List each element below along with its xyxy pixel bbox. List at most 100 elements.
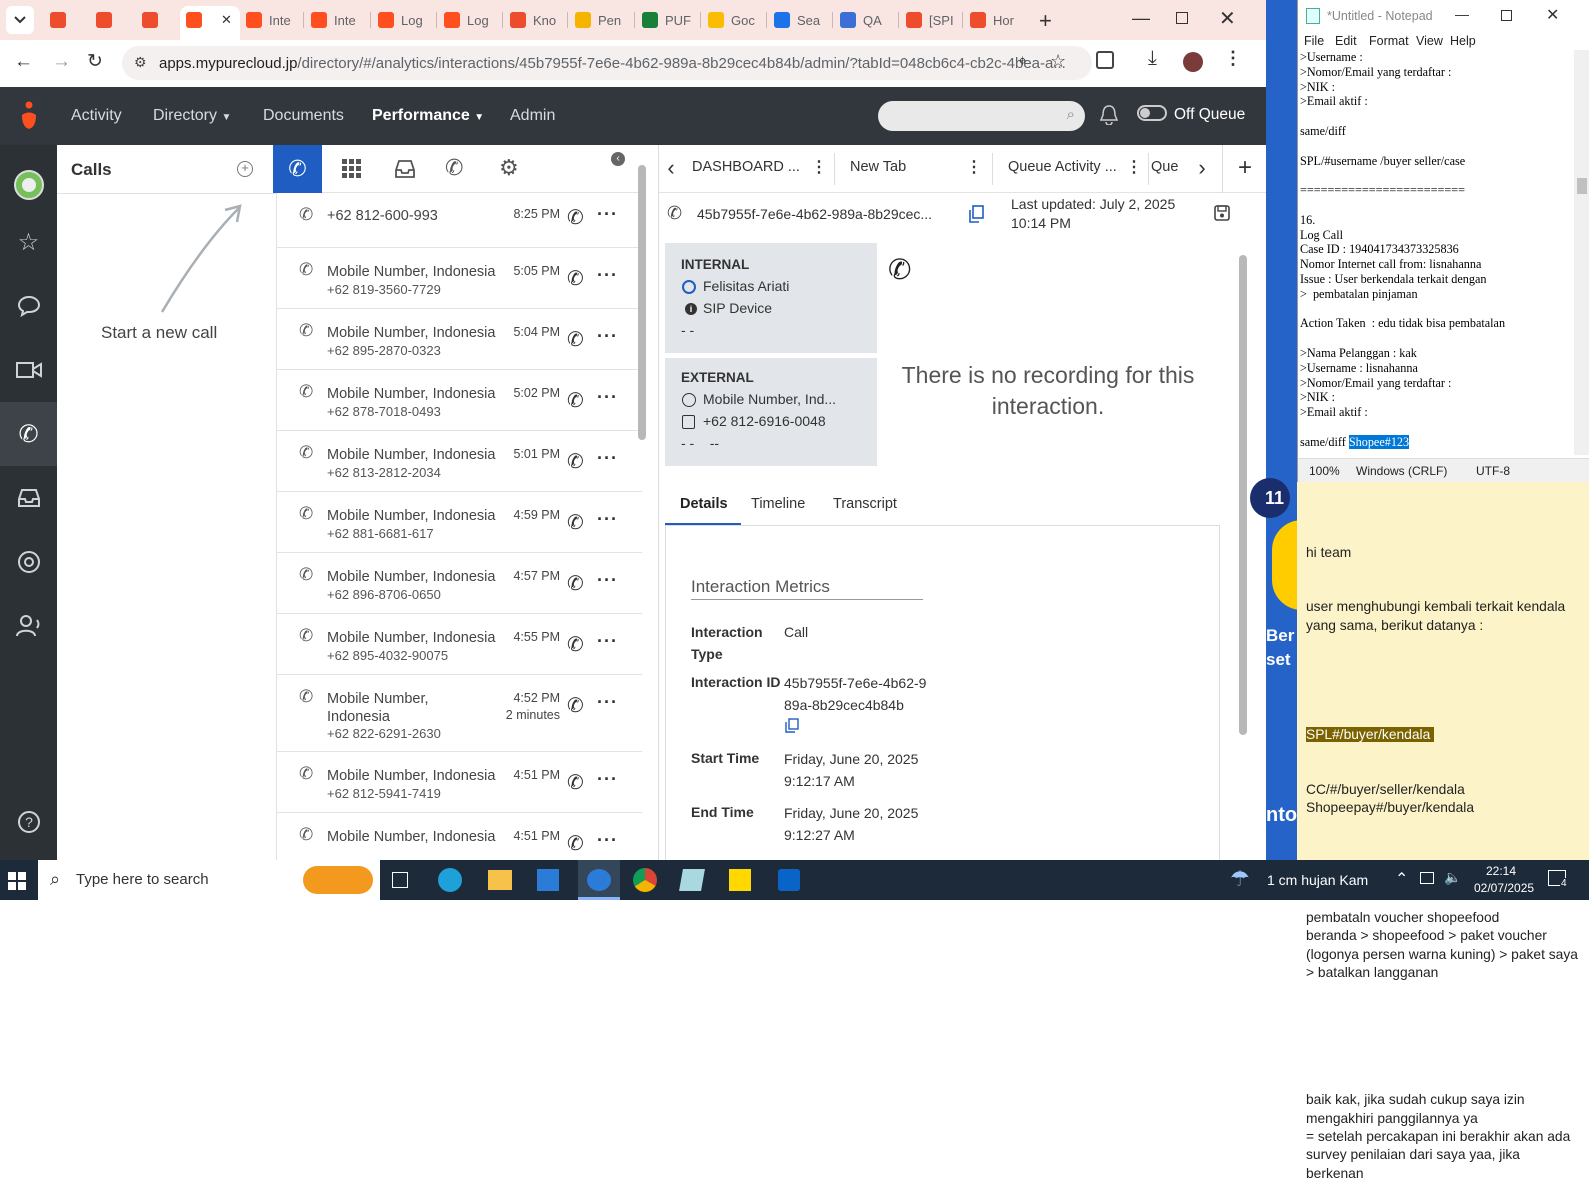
clock-date[interactable]: 02/07/2025 — [1474, 881, 1534, 895]
windows-start-icon[interactable] — [8, 872, 26, 890]
taskbar-search-box[interactable]: ⌕ Type here to search — [38, 860, 380, 900]
more-options-icon[interactable]: ··· — [597, 204, 618, 225]
browser-tab[interactable]: ✕ — [186, 6, 238, 34]
outlook-icon[interactable] — [778, 869, 800, 891]
menu-edit[interactable]: Edit — [1335, 34, 1357, 48]
help-question-icon[interactable]: ? — [0, 790, 57, 854]
bookmark-star-icon[interactable]: ☆ — [1050, 51, 1066, 72]
list-scrollbar[interactable] — [638, 165, 646, 440]
call-list-item[interactable]: ✆ Mobile Number, Indonesia +62 895-2870-03… — [277, 309, 642, 370]
call-list-item[interactable]: ✆ Mobile Number, Indonesia +62 895-4032-90… — [277, 614, 642, 675]
profile-avatar[interactable] — [1183, 52, 1203, 72]
browser-menu-icon[interactable]: ⋮ — [1224, 48, 1242, 69]
call-back-icon[interactable]: ✆ — [567, 449, 584, 474]
detail-tab-details[interactable]: Details — [665, 490, 741, 526]
global-search-input[interactable]: ⌕ — [878, 101, 1085, 131]
browser-tab[interactable]: Inte — [311, 6, 369, 34]
call-list-item[interactable]: ✆ Mobile Number, Indonesia +62 896-8706-06… — [277, 553, 642, 614]
sticky-notes-icon[interactable] — [729, 869, 751, 891]
detail-tab-transcript[interactable]: Transcript — [833, 496, 897, 512]
queue-toggle[interactable] — [1137, 105, 1167, 121]
call-list-item[interactable]: ✆ Mobile Number, Indonesia +62 813-2812-20… — [277, 431, 642, 492]
workspace-tab[interactable]: New Tab — [850, 159, 906, 175]
more-options-icon[interactable]: ··· — [597, 448, 618, 469]
call-back-icon[interactable]: ✆ — [567, 388, 584, 413]
more-options-icon[interactable]: ··· — [597, 509, 618, 530]
teams-icon[interactable] — [578, 860, 620, 900]
tab-menu-icon[interactable]: ⋮ — [1126, 157, 1142, 177]
call-back-icon[interactable]: ✆ — [567, 632, 584, 657]
site-info-icon[interactable]: ⚙ — [134, 54, 147, 71]
edge-browser-icon[interactable] — [438, 868, 462, 892]
forward-button[interactable]: → — [52, 51, 71, 73]
notifications-bell-icon[interactable] — [1099, 105, 1119, 126]
call-back-icon[interactable]: ✆ — [567, 205, 584, 230]
tray-chevron-up-icon[interactable]: ⌃ — [1395, 869, 1408, 889]
new-tab-button[interactable]: + — [1039, 8, 1052, 34]
browser-tab[interactable]: Kno — [510, 6, 568, 34]
browser-tab[interactable]: Log — [378, 6, 436, 34]
new-call-plus-icon[interactable]: + — [237, 161, 253, 177]
more-options-icon[interactable]: ··· — [597, 326, 618, 347]
inbox-icon[interactable] — [0, 466, 57, 530]
task-view-icon[interactable] — [392, 872, 408, 888]
network-icon[interactable] — [1420, 872, 1434, 884]
sticky-note-text[interactable]: hi team user menghubungi kembali terkait… — [1306, 514, 1581, 1201]
menu-file[interactable]: File — [1304, 34, 1324, 48]
collapse-panel-icon[interactable]: ‹ — [611, 152, 625, 166]
more-options-icon[interactable]: ··· — [597, 631, 618, 652]
menu-view[interactable]: View — [1416, 34, 1443, 48]
file-explorer-icon[interactable] — [488, 870, 512, 890]
video-icon[interactable] — [0, 338, 57, 402]
call-back-icon[interactable]: ✆ — [567, 571, 584, 596]
browser-tab[interactable]: Sea — [774, 6, 832, 34]
browser-tab[interactable]: Hor — [970, 6, 1028, 34]
call-back-icon[interactable]: ✆ — [567, 510, 584, 535]
browser-tab[interactable]: QA — [840, 6, 898, 34]
more-options-icon[interactable]: ··· — [597, 570, 618, 591]
maximize-button[interactable] — [1176, 12, 1188, 24]
close-window-button[interactable]: ✕ — [1219, 6, 1236, 31]
agent-voice-icon[interactable] — [0, 594, 57, 658]
call-back-icon[interactable]: ✆ — [567, 327, 584, 352]
notepad-scrollbar[interactable] — [1574, 50, 1589, 455]
more-options-icon[interactable]: ··· — [597, 692, 618, 713]
browser-tab[interactable]: Goc — [708, 6, 766, 34]
call-back-icon[interactable]: ✆ — [567, 831, 584, 856]
reload-button[interactable]: ↻ — [87, 50, 103, 73]
tabs-scroll-left[interactable]: ‹ — [659, 145, 683, 193]
browser-tab[interactable]: [SPI — [906, 6, 964, 34]
extensions-icon[interactable] — [1096, 51, 1114, 69]
copy-icon[interactable] — [968, 205, 984, 223]
browser-tab[interactable]: Log — [444, 6, 502, 34]
notepad-close-button[interactable]: ✕ — [1546, 5, 1559, 25]
notepad-maximize-button[interactable] — [1501, 10, 1512, 21]
workspace-tab[interactable]: DASHBOARD ... — [692, 159, 800, 175]
more-options-icon[interactable]: ··· — [597, 769, 618, 790]
tabs-scroll-right[interactable]: › — [1191, 145, 1213, 193]
more-options-icon[interactable]: ··· — [597, 265, 618, 286]
notepad-text-area[interactable]: >Username : >Nomor/Email yang terdaftar … — [1300, 50, 1568, 455]
help-lifebuoy-icon[interactable] — [0, 530, 57, 594]
user-status-avatar[interactable] — [0, 153, 57, 217]
nav-activity[interactable]: Activity — [71, 107, 122, 125]
favorites-star-icon[interactable]: ☆ — [0, 210, 57, 274]
nav-admin[interactable]: Admin — [510, 107, 555, 125]
browser-tab[interactable]: Inte — [246, 6, 304, 34]
volume-icon[interactable]: 🔈 — [1444, 869, 1461, 886]
tab-call-list[interactable]: ✆ — [273, 145, 322, 193]
voicemail-inbox-icon[interactable] — [394, 160, 416, 183]
address-bar[interactable]: ⚙ apps.mypurecloud.jp/directory/#/analyt… — [122, 46, 1092, 80]
notepad-minimize-button[interactable]: — — [1455, 6, 1469, 22]
tab-search-button[interactable] — [6, 6, 34, 34]
call-list-item[interactable]: ✆ +62 812-600-993 8:25 PM ✆ ··· — [277, 193, 642, 248]
more-options-icon[interactable]: ··· — [597, 830, 618, 851]
save-icon[interactable] — [1214, 205, 1230, 221]
browser-tab[interactable]: Pen — [575, 6, 633, 34]
store-icon[interactable] — [537, 869, 559, 891]
call-back-icon[interactable]: ✆ — [567, 266, 584, 291]
nav-directory[interactable]: Directory ▼ — [153, 107, 231, 125]
more-options-icon[interactable]: ··· — [597, 387, 618, 408]
call-list-item[interactable]: ✆ Mobile Number, Indonesia +62 812-5941-74… — [277, 752, 642, 813]
workspace-tab[interactable]: Queue Activity ... — [1008, 159, 1117, 175]
